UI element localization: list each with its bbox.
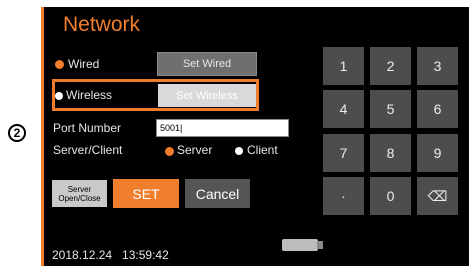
network-screen: Network Wired Set Wired Wireless Set Wir…	[41, 7, 469, 266]
key-3[interactable]: 3	[417, 47, 458, 85]
key-dot[interactable]: ·	[323, 177, 364, 215]
key-1[interactable]: 1	[323, 47, 364, 85]
cancel-button[interactable]: Cancel	[185, 179, 250, 208]
key-0[interactable]: 0	[370, 177, 411, 215]
set-wired-button[interactable]: Set Wired	[157, 52, 257, 76]
server-open-close-line1: Server	[67, 184, 92, 194]
client-label: Client	[247, 143, 278, 157]
set-wireless-button[interactable]: Set Wireless	[158, 84, 256, 107]
wired-label: Wired	[68, 57, 100, 71]
key-backspace[interactable]: ⌫	[417, 177, 458, 215]
wireless-radio[interactable]	[55, 92, 63, 100]
key-8[interactable]: 8	[370, 134, 411, 172]
callout-marker-2: 2	[8, 124, 26, 142]
page-title: Network	[63, 13, 141, 36]
server-label: Server	[177, 143, 213, 157]
set-button[interactable]: SET	[113, 179, 179, 208]
edge-accent	[41, 7, 44, 266]
wired-radio[interactable]	[55, 60, 64, 69]
datetime-status: 2018.12.24 13:59:42	[52, 248, 169, 262]
key-7[interactable]: 7	[323, 134, 364, 172]
key-6[interactable]: 6	[417, 90, 458, 128]
key-2[interactable]: 2	[370, 47, 411, 85]
key-5[interactable]: 5	[370, 90, 411, 128]
server-open-close-button[interactable]: Server Open/Close	[52, 180, 107, 207]
port-number-input[interactable]: 5001|	[156, 119, 289, 137]
key-4[interactable]: 4	[323, 90, 364, 128]
usb-connector-icon	[317, 241, 323, 249]
server-open-close-line2: Open/Close	[58, 193, 101, 203]
client-radio[interactable]	[235, 147, 243, 155]
server-client-label: Server/Client	[53, 143, 123, 157]
key-9[interactable]: 9	[417, 134, 458, 172]
usb-drive-icon	[282, 239, 318, 251]
wireless-label: Wireless	[66, 88, 113, 102]
server-radio[interactable]	[165, 147, 174, 156]
port-number-label: Port Number	[53, 121, 122, 135]
